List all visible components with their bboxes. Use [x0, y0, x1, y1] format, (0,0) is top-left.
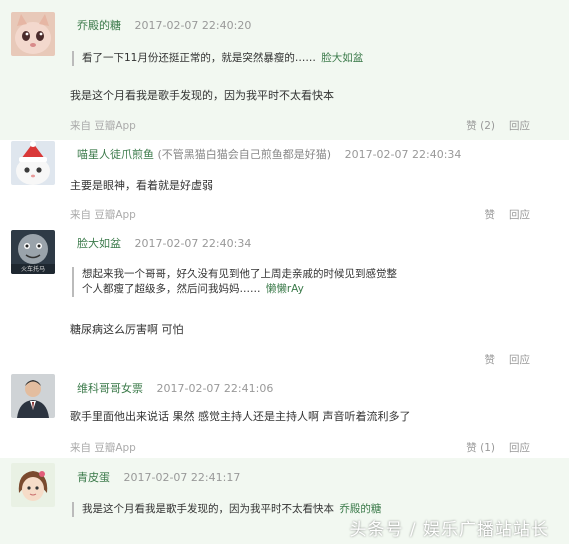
- user-tag: (不管黑猫白猫会自己煎鱼都是好猫): [157, 148, 332, 161]
- comment-actions: 赞 (2) 回应: [466, 118, 530, 133]
- username-link[interactable]: 乔殿的糖: [77, 19, 121, 32]
- quote-text: 想起来我一个哥哥，好久没有见到他了上周走亲戚的时候见到感觉整个人都瘦了超级多，然…: [82, 268, 397, 295]
- comment-item: 喵星人徒爪煎鱼 (不管黑猫白猫会自己煎鱼都是好猫) 2017-02-07 22:…: [0, 140, 569, 224]
- comment-actions: 赞 (1) 回应: [466, 440, 530, 455]
- comment-item: 乔殿的糖 2017-02-07 22:40:20 看了一下11月份还挺正常的，就…: [0, 0, 569, 140]
- like-button[interactable]: 赞 (2): [466, 120, 495, 132]
- comment-source: 来自 豆瓣App: [70, 442, 136, 454]
- reply-button[interactable]: 回应: [509, 120, 530, 132]
- avatar-caption: 火车托马: [20, 266, 45, 273]
- comment-time: 2017-02-07 22:40:20: [134, 19, 252, 32]
- reply-button[interactable]: 回应: [509, 354, 530, 366]
- white-cat-santa-hat-icon[interactable]: [11, 141, 55, 185]
- comment-actions: 赞 回应: [485, 207, 531, 222]
- thomas-train-face-icon[interactable]: 火车托马: [11, 230, 55, 274]
- comment-item: 青皮蛋 2017-02-07 22:41:17 我是这个月看我是歌手发现的，因为…: [0, 458, 569, 544]
- comment-actions: 赞 回应: [485, 352, 531, 367]
- comment-body: 我是这个月看我是歌手发现的，因为我平时不太看快本: [70, 89, 334, 102]
- username-link[interactable]: 喵星人徒爪煎鱼: [77, 148, 154, 161]
- quote-text: 看了一下11月份还挺正常的，就是突然暴瘦的……: [82, 52, 316, 64]
- pink-cat-face-icon[interactable]: [11, 12, 55, 56]
- quote-author-link[interactable]: 懒懒rAy: [266, 283, 304, 295]
- comment-time: 2017-02-07 22:40:34: [344, 148, 462, 161]
- man-in-suit-icon[interactable]: [11, 374, 55, 418]
- comment-time: 2017-02-07 22:41:06: [156, 382, 274, 395]
- comment-item: 维科哥哥女票 2017-02-07 22:41:06 歌手里面他出来说话 果然 …: [0, 368, 569, 458]
- username-link[interactable]: 青皮蛋: [77, 471, 110, 484]
- watermark: 头条号 / 娱乐广播站站长: [349, 520, 549, 540]
- comment-source: 来自 豆瓣App: [70, 209, 136, 221]
- comment-time: 2017-02-07 22:41:17: [123, 471, 241, 484]
- comment-time: 2017-02-07 22:40:34: [134, 237, 252, 250]
- quote-author-link[interactable]: 乔殿的糖: [339, 503, 381, 515]
- quote-text: 我是这个月看我是歌手发现的，因为我平时不太看快本: [82, 503, 334, 515]
- reply-button[interactable]: 回应: [509, 209, 530, 221]
- comment-item: 火车托马 脸大如盆 2017-02-07 22:40:34 想起来我一个哥哥，好…: [0, 224, 569, 368]
- cartoon-girl-icon[interactable]: [11, 463, 55, 507]
- comment-body: 歌手里面他出来说话 果然 感觉主持人还是主持人啊 声音听着流利多了: [70, 410, 411, 423]
- reply-button[interactable]: 回应: [509, 442, 530, 454]
- quoted-reply: 想起来我一个哥哥，好久没有见到他了上周走亲戚的时候见到感觉整个人都瘦了超级多，然…: [72, 267, 400, 297]
- quoted-reply: 看了一下11月份还挺正常的，就是突然暴瘦的…… 脸大如盆: [72, 51, 412, 66]
- username-link[interactable]: 维科哥哥女票: [77, 382, 143, 395]
- like-button[interactable]: 赞: [485, 209, 496, 221]
- like-button[interactable]: 赞 (1): [466, 442, 495, 454]
- username-link[interactable]: 脸大如盆: [77, 237, 121, 250]
- comment-body: 糖尿病这么厉害啊 可怕: [70, 323, 184, 336]
- comment-body: 主要是眼神，看着就是好虚弱: [70, 179, 213, 192]
- like-button[interactable]: 赞: [485, 354, 496, 366]
- comment-source: 来自 豆瓣App: [70, 120, 136, 132]
- quote-author-link[interactable]: 脸大如盆: [321, 52, 363, 64]
